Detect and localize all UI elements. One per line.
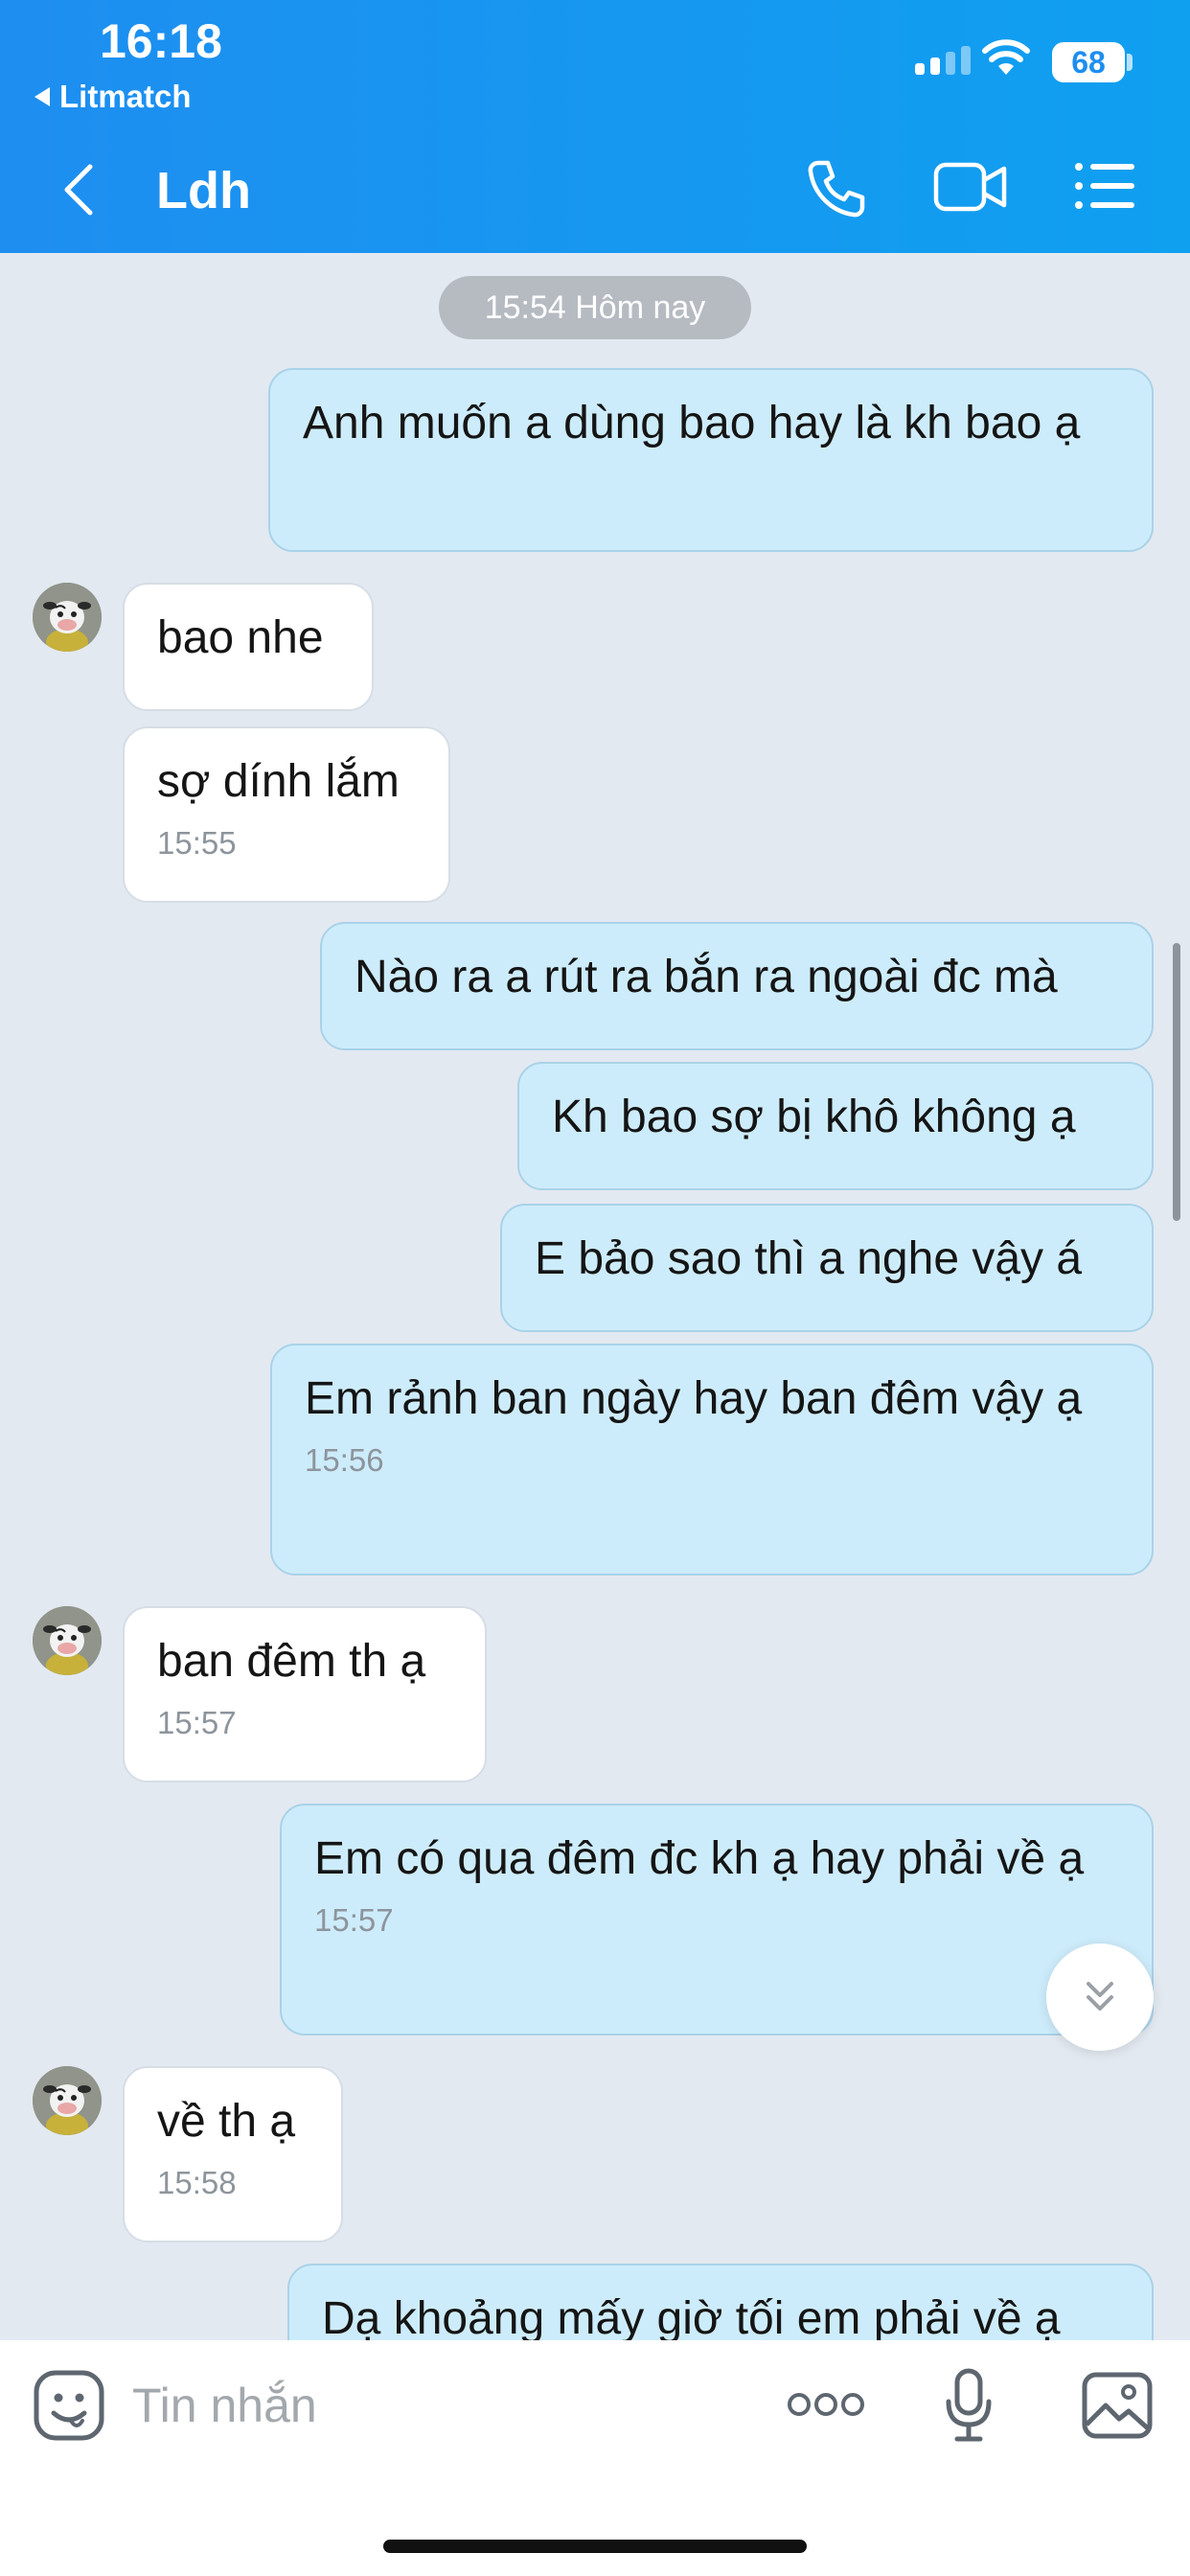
incoming-message[interactable]: về th ạ 15:58 [123, 2066, 343, 2242]
microphone-icon[interactable] [944, 2367, 994, 2444]
message-time: 15:57 [157, 1705, 237, 1740]
outgoing-message[interactable]: Anh muốn a dùng bao hay là kh bao ạ [268, 368, 1154, 552]
message-composer [0, 2340, 1190, 2576]
contact-avatar[interactable] [33, 583, 102, 652]
scroll-to-bottom-button[interactable] [1046, 1944, 1154, 2051]
incoming-message[interactable]: bao nhe [123, 583, 374, 711]
outgoing-message[interactable]: E bảo sao thì a nghe vậy á [500, 1204, 1154, 1332]
wifi-icon [982, 39, 1030, 75]
battery-icon: 68 [1052, 42, 1125, 82]
emoji-sticker-icon[interactable] [33, 2369, 105, 2442]
contact-avatar[interactable] [33, 1606, 102, 1675]
message-text: Kh bao sợ bị khô không ạ [552, 1092, 1076, 1142]
list-menu-icon[interactable] [1073, 157, 1136, 215]
date-divider: 15:54 Hôm nay [439, 276, 751, 339]
battery-level: 68 [1071, 45, 1106, 80]
message-text: bao nhe [157, 612, 324, 663]
cellular-signal-icon [915, 46, 971, 75]
message-text: sợ dính lắm [157, 756, 400, 807]
message-time: 15:58 [157, 2165, 237, 2200]
message-time: 15:57 [314, 1902, 394, 1938]
message-text: E bảo sao thì a nghe vậy á [535, 1233, 1083, 1284]
back-app-label: Litmatch [59, 79, 192, 114]
message-text: Dạ khoảng mấy giờ tối em phải về ạ [322, 2293, 1061, 2340]
back-triangle-icon [34, 87, 50, 106]
message-text: về th ạ [157, 2096, 296, 2147]
back-chevron-icon[interactable] [59, 161, 98, 218]
phone-icon[interactable] [805, 157, 868, 220]
scrollbar[interactable] [1173, 943, 1180, 1221]
battery-nub [1127, 54, 1133, 71]
chat-title[interactable]: Ldh [156, 161, 251, 220]
message-input[interactable] [132, 2367, 669, 2444]
video-camera-icon[interactable] [933, 157, 1008, 217]
outgoing-message[interactable]: Em rảnh ban ngày hay ban đêm vậy ạ 15:56 [270, 1344, 1154, 1576]
message-text: Anh muốn a dùng bao hay là kh bao ạ [303, 398, 1081, 448]
home-indicator[interactable] [383, 2540, 807, 2553]
outgoing-message[interactable]: Kh bao sợ bị khô không ạ [517, 1062, 1154, 1190]
message-text: Em có qua đêm đc kh ạ hay phải về ạ [314, 1833, 1085, 1884]
app-header: 16:18 Litmatch 68 Ldh [0, 0, 1190, 253]
status-time: 16:18 [100, 14, 222, 68]
outgoing-message[interactable]: Nào ra a rút ra bắn ra ngoài đc mà [320, 922, 1154, 1050]
message-text: Em rảnh ban ngày hay ban đêm vậy ạ [305, 1373, 1083, 1424]
message-text: ban đêm th ạ [157, 1636, 426, 1687]
outgoing-message[interactable]: Dạ khoảng mấy giờ tối em phải về ạ [287, 2264, 1154, 2340]
back-to-app-link[interactable]: Litmatch [34, 79, 192, 115]
incoming-message[interactable]: sợ dính lắm 15:55 [123, 726, 450, 903]
cow-avatar-icon [33, 2066, 102, 2135]
double-chevron-down-icon [1087, 1982, 1113, 2011]
message-list[interactable]: 15:54 Hôm nay Anh muốn a dùng bao hay là… [0, 253, 1190, 2340]
cow-avatar-icon [33, 583, 102, 652]
contact-avatar[interactable] [33, 2066, 102, 2135]
incoming-message[interactable]: ban đêm th ạ 15:57 [123, 1606, 487, 1782]
cow-avatar-icon [33, 1606, 102, 1675]
message-time: 15:55 [157, 825, 237, 861]
more-options-icon[interactable] [786, 2388, 866, 2421]
outgoing-message[interactable]: Em có qua đêm đc kh ạ hay phải về ạ 15:5… [280, 1804, 1154, 2036]
image-gallery-icon[interactable] [1081, 2371, 1154, 2440]
message-text: Nào ra a rút ra bắn ra ngoài đc mà [355, 952, 1058, 1002]
message-time: 15:56 [305, 1442, 384, 1478]
